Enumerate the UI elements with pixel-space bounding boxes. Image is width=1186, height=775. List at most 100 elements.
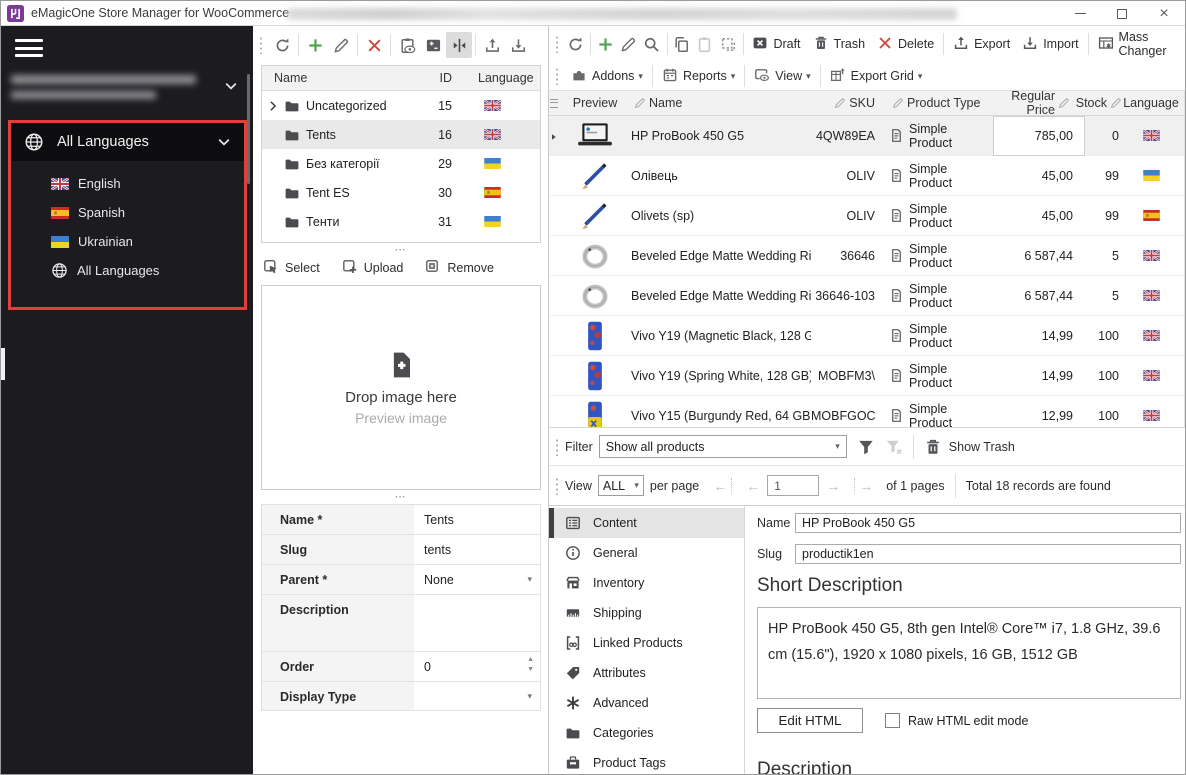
delete-button[interactable]: Delete [871,31,940,57]
product-row[interactable]: HP ProBook 450 G5 4QW89EA Simple Product 78… [549,115,1185,156]
chevron-down-icon[interactable]: ▾ [527,574,532,585]
chevron-down-icon[interactable] [223,78,239,94]
product-row[interactable]: Олівець OLIV Simple Product 45,00 99 [549,156,1185,196]
product-slug-input[interactable] [795,544,1182,564]
language-selector[interactable]: All Languages [11,123,244,161]
filter-clear-icon[interactable] [885,438,903,456]
delete-icon[interactable] [361,32,387,58]
panel-collapse-handle[interactable] [1,348,5,380]
tab-shipping[interactable]: Shipping [549,598,744,628]
next-page-button[interactable]: → [826,478,840,494]
product-row[interactable]: Vivo Y19 (Spring White, 128 GB) MOBFM3\ Si… [549,356,1185,396]
product-row[interactable]: Beveled Edge Matte Wedding Ri 36646-103 Si… [549,276,1185,316]
sidebar-item-spanish[interactable]: Spanish [11,198,244,227]
short-description-editor[interactable]: HP ProBook 450 G5, 8th gen Intel® Core™ … [757,607,1182,699]
tab-content[interactable]: Content [549,508,744,538]
page-number-input[interactable] [767,475,820,496]
copy-icon[interactable] [670,31,693,57]
mass-changer-button[interactable]: Mass Changer [1092,30,1185,58]
drag-handle[interactable] [555,67,560,85]
splitter-handle[interactable]: ⋯ [253,243,548,256]
menu-icon[interactable] [15,37,43,59]
reports-button[interactable]: Reports ▾ [656,64,741,88]
trash-button[interactable]: Trash [807,31,872,57]
column-regular-price[interactable]: Regular Price [993,91,1085,117]
tab-categories[interactable]: Categories [549,718,744,748]
product-regular-price[interactable]: 785,00 [993,115,1085,156]
prev-page-button[interactable]: ← [746,478,760,494]
filter-icon[interactable] [857,438,875,456]
form-field-name-[interactable]: Tents [414,505,540,534]
last-page-button[interactable]: → [854,477,873,494]
column-language[interactable]: Language [466,71,540,85]
tab-advanced[interactable]: Advanced [549,688,744,718]
form-field-slug[interactable]: tents [414,535,540,564]
category-row[interactable]: Тенти 31 [262,207,540,236]
category-row[interactable]: Tents 16 [262,120,540,149]
tab-inventory[interactable]: Inventory [549,568,744,598]
image-dropzone[interactable]: Drop image here Preview image [261,285,541,490]
category-row[interactable]: Tent ES 30 [262,178,540,207]
form-field-parent-[interactable]: None ▾ [414,565,540,594]
product-row[interactable]: Vivo Y15 (Burgundy Red, 64 GB) MOBFGOC Sim… [549,396,1185,427]
refresh-icon[interactable] [564,31,587,57]
drag-handle[interactable] [259,36,264,54]
column-product-type[interactable]: Product Type [881,96,993,110]
form-field-order[interactable]: 0 ▲ ▼ [414,652,540,681]
product-row[interactable]: Vivo Y19 (Magnetic Black, 128 GB Simple P… [549,316,1185,356]
remove-image-button[interactable]: Remove [425,259,494,278]
filter-select[interactable]: Show all products ▾ [598,435,847,458]
minimize-button[interactable] [1059,1,1101,26]
per-page-select[interactable]: ALL ▾ [597,475,644,496]
add-icon[interactable] [594,31,617,57]
drag-handle[interactable] [555,437,560,456]
paste-icon[interactable] [693,31,716,57]
draft-button[interactable]: Draft [746,31,806,57]
add-icon[interactable] [302,32,328,58]
category-row[interactable]: Uncategorized 15 [262,91,540,120]
search-icon[interactable] [640,31,663,57]
product-row[interactable]: Beveled Edge Matte Wedding Ri 36646 Simple… [549,236,1185,276]
category-row[interactable]: Без категорії 29 [262,149,540,178]
first-page-button[interactable]: ← [713,477,733,494]
tab-linked-products[interactable]: Linked Products [549,628,744,658]
export-grid-button[interactable]: Export Grid ▾ [824,64,929,88]
clipboard-preview-icon[interactable] [394,32,420,58]
sidebar-item-ukrainian[interactable]: Ukrainian [11,227,244,256]
sidebar-item-english[interactable]: English [11,169,244,198]
chevron-down-icon[interactable]: ▾ [527,691,532,702]
tab-general[interactable]: General [549,538,744,568]
sidebar-scrollbar[interactable] [247,74,250,184]
drag-handle[interactable] [555,476,560,495]
refresh-icon[interactable] [269,32,295,58]
column-id[interactable]: ID [412,71,466,85]
form-field-display-type[interactable]: ▾ [414,682,540,710]
split-view-icon[interactable] [446,32,472,58]
edit-icon[interactable] [617,31,640,57]
paste-special-icon[interactable] [717,31,740,57]
column-sku[interactable]: SKU [811,96,881,110]
import-button[interactable]: Import [1016,31,1084,57]
spinner-control[interactable]: ▲ ▼ [527,656,534,673]
column-language[interactable]: Language [1123,96,1179,110]
column-name[interactable]: Name [631,96,811,110]
edit-html-button[interactable]: Edit HTML [757,708,863,733]
view-button[interactable]: View ▾ [748,64,816,88]
product-name-input[interactable] [795,513,1182,533]
close-button[interactable]: × [1143,1,1185,26]
upload-icon[interactable] [479,32,505,58]
maximize-button[interactable] [1101,1,1143,26]
image-adjust-icon[interactable] [420,32,446,58]
export-button[interactable]: Export [947,31,1016,57]
addons-button[interactable]: Addons ▾ [565,64,649,88]
form-field-description[interactable] [414,595,540,651]
tab-product-tags[interactable]: Product Tags [549,748,744,774]
tab-attributes[interactable]: Attributes [549,658,744,688]
edit-icon[interactable] [328,32,354,58]
sidebar-item-all-languages[interactable]: All Languages [11,256,244,285]
column-preview[interactable]: Preview [559,96,631,110]
drag-handle[interactable] [555,35,560,53]
select-image-button[interactable]: Select [263,259,320,278]
show-trash-label[interactable]: Show Trash [949,440,1015,454]
chevron-right-icon[interactable] [266,99,280,113]
